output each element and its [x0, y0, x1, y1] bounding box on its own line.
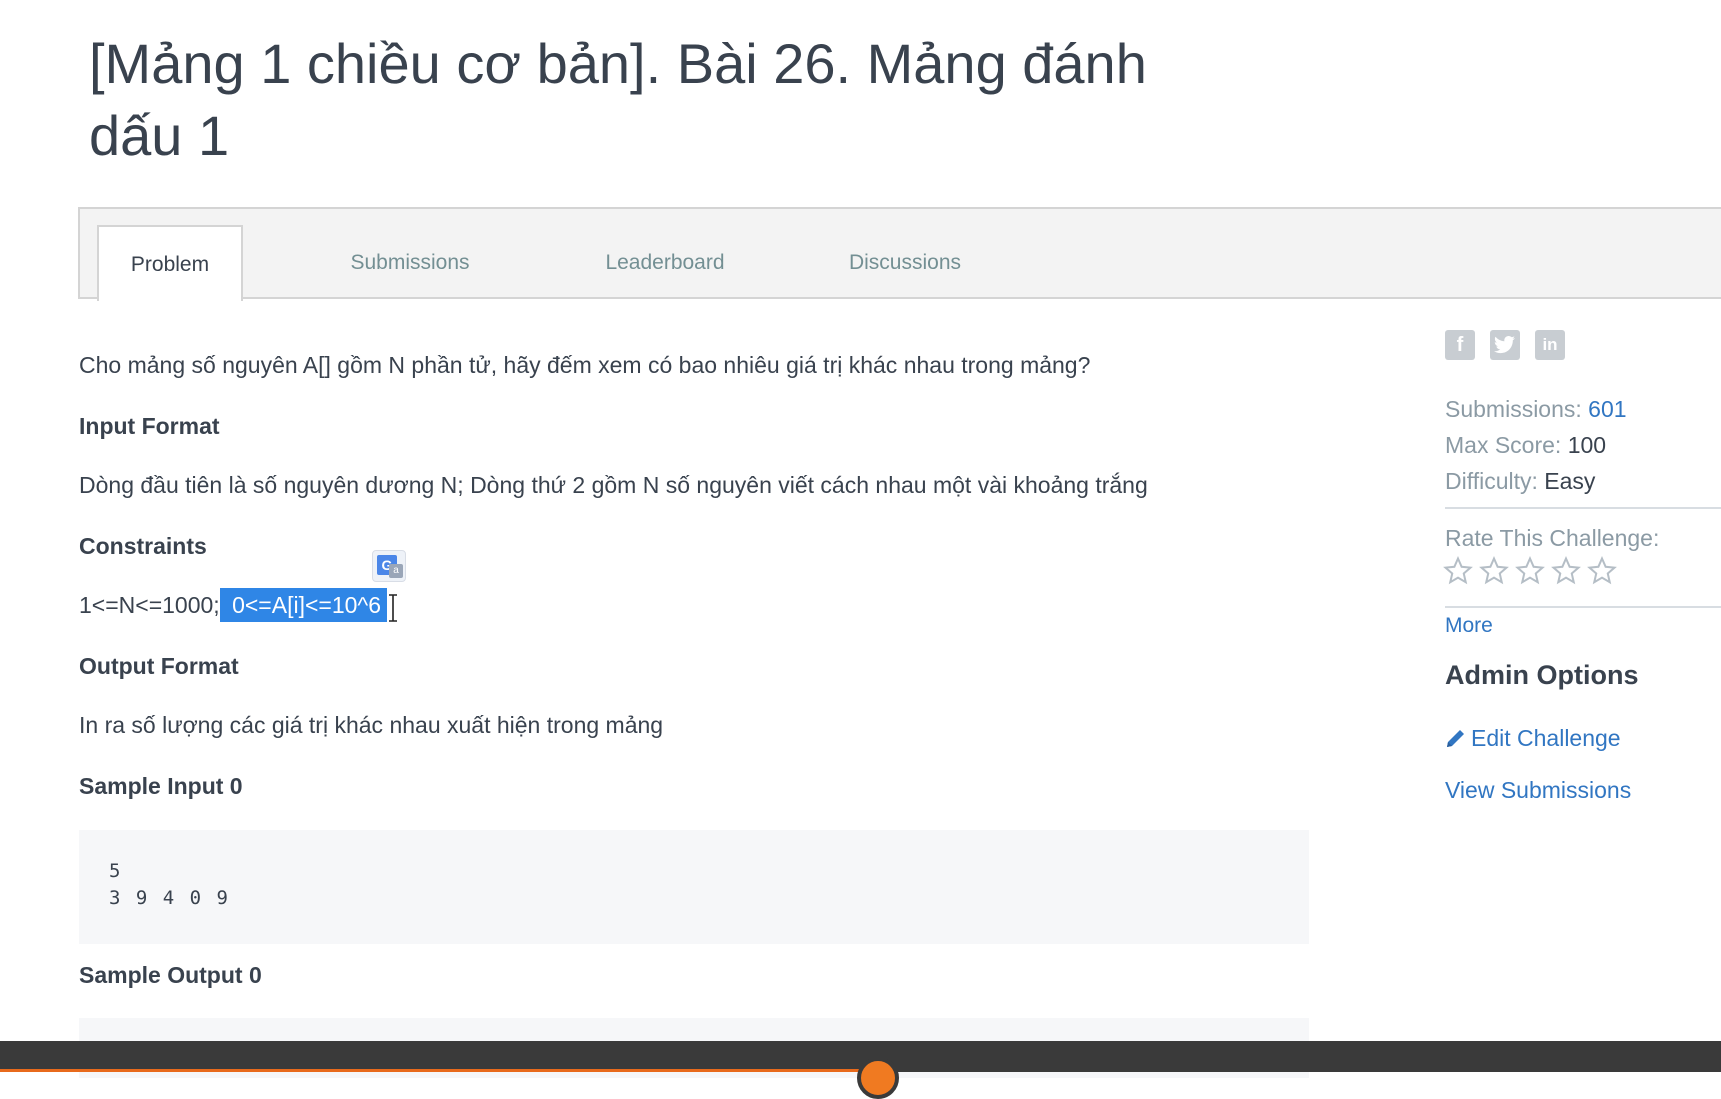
tab-submissions[interactable]: Submissions: [320, 225, 500, 301]
tab-bar: Problem Submissions Leaderboard Discussi…: [78, 207, 1721, 301]
video-progress-handle[interactable]: [856, 1057, 899, 1099]
video-progress-bar[interactable]: [0, 1041, 1721, 1099]
translate-a-glyph: a: [389, 564, 403, 578]
output-format-text: In ra số lượng các giá trị khác nhau xuấ…: [79, 712, 664, 738]
star-icon[interactable]: [1587, 556, 1617, 586]
admin-options-heading: Admin Options: [1445, 660, 1639, 690]
twitter-icon[interactable]: [1490, 330, 1520, 360]
more-link[interactable]: More: [1445, 614, 1493, 638]
sample-output-heading: Sample Output 0: [79, 962, 262, 988]
input-format-text: Dòng đầu tiên là số nguyên dương N; Dòng…: [79, 472, 1148, 498]
problem-statement: Cho mảng số nguyên A[] gồm N phần tử, hã…: [79, 352, 1091, 378]
edit-challenge-link[interactable]: Edit Challenge: [1445, 725, 1621, 752]
page-title: [Mảng 1 chiều cơ bản]. Bài 26. Mảng đánh…: [89, 32, 1147, 167]
sidebar-divider: [1445, 606, 1721, 608]
pencil-icon: [1447, 730, 1464, 747]
difficulty-stat: Difficulty: Easy: [1445, 468, 1595, 495]
text-cursor-icon: [389, 594, 397, 622]
constraints-text: 1<=N<=1000; 0<=A[i]<=10^6: [79, 588, 387, 622]
submissions-label: Submissions:: [1445, 396, 1582, 422]
rating-stars: [1443, 556, 1617, 586]
selected-text[interactable]: 0<=A[i]<=10^6: [219, 588, 387, 622]
tab-problem[interactable]: Problem: [97, 225, 243, 301]
submissions-stat: Submissions: 601: [1445, 396, 1627, 423]
facebook-icon[interactable]: f: [1445, 330, 1475, 360]
star-icon[interactable]: [1551, 556, 1581, 586]
output-format-heading: Output Format: [79, 653, 239, 679]
submissions-count-link[interactable]: 601: [1588, 396, 1626, 422]
star-icon[interactable]: [1443, 556, 1473, 586]
difficulty-value: Easy: [1544, 468, 1596, 494]
star-icon[interactable]: [1515, 556, 1545, 586]
google-translate-icon[interactable]: G a: [372, 550, 406, 582]
rate-label: Rate This Challenge:: [1445, 525, 1659, 552]
constraints-heading: Constraints: [79, 533, 207, 559]
linkedin-icon[interactable]: in: [1535, 330, 1565, 360]
tab-leaderboard[interactable]: Leaderboard: [565, 225, 765, 301]
sample-input-line: 3 9 4 0 9: [109, 887, 230, 909]
sample-input-box: 5 3 9 4 0 9: [79, 830, 1309, 944]
sample-input-heading: Sample Input 0: [79, 773, 243, 799]
star-icon[interactable]: [1479, 556, 1509, 586]
constraints-plain: 1<=N<=1000;: [79, 592, 220, 618]
max-score-stat: Max Score: 100: [1445, 432, 1606, 459]
edit-challenge-label: Edit Challenge: [1471, 725, 1621, 751]
view-submissions-link[interactable]: View Submissions: [1445, 777, 1631, 804]
input-format-heading: Input Format: [79, 413, 220, 439]
rate-label-text: Rate This Challenge:: [1445, 525, 1660, 551]
tab-discussions[interactable]: Discussions: [815, 225, 995, 301]
max-score-label: Max Score:: [1445, 432, 1562, 458]
difficulty-label: Difficulty:: [1445, 468, 1538, 494]
max-score-value: 100: [1567, 432, 1607, 458]
sample-input-line: 5: [109, 860, 121, 882]
sidebar-divider: [1445, 507, 1721, 509]
